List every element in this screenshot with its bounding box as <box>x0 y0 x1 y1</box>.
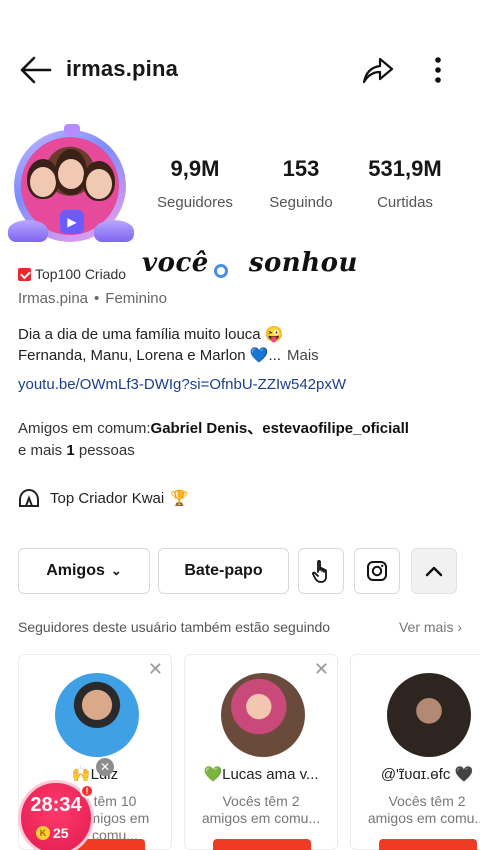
suggestion-mutual-line-2: amigos em comu... <box>367 810 480 826</box>
video-overlay-caption: você sonhou <box>142 248 358 278</box>
top-bar: irmas.pina <box>0 44 480 96</box>
mutual-suffix-a: e mais <box>18 442 67 459</box>
instagram-button[interactable] <box>354 548 400 594</box>
top-creator-text: Top Criador Kwai <box>50 489 165 507</box>
stat-seguindo[interactable]: 153 Seguindo <box>246 156 356 211</box>
mutual-prefix: Amigos em comum: <box>18 420 151 437</box>
suggestion-mutual-line-1: Vocês têm 2 <box>222 793 300 809</box>
suggestion-avatar[interactable] <box>387 673 471 757</box>
suggestion-mutual-line-2: amigos em comu... <box>201 810 321 826</box>
suggestions-title: Seguidores deste usuário também estão se… <box>18 619 331 635</box>
stat-value: 531,9M <box>368 156 442 181</box>
creator-badge[interactable]: Top100 Criado <box>18 262 126 286</box>
timer-coins: K 25 <box>36 824 69 842</box>
bio-line-1: Dia a dia de uma família muito louca 😜 <box>18 326 284 343</box>
suggestions-header: Seguidores deste usuário também estão se… <box>18 619 462 641</box>
suggestion-mutual: Vocês têm 2 amigos em comu... <box>185 793 337 827</box>
badge-text: Top100 Criado <box>35 266 127 282</box>
profile-stats: 9,9M Seguidores 153 Seguindo 531,9M Curt… <box>140 156 470 220</box>
follow-button[interactable] <box>379 839 477 850</box>
profile-link[interactable]: youtu.be/OWmLf3-DWIg?si=OfnbU-ZZIw542pxW <box>18 376 346 393</box>
stat-label: Seguidores <box>157 194 233 211</box>
meta-separator: • <box>94 290 100 307</box>
profile-handle: Irmas.pina <box>18 290 89 307</box>
more-options-icon[interactable] <box>424 52 452 88</box>
verified-ring-icon <box>214 264 228 278</box>
overlay-word-1: você <box>142 248 209 278</box>
amigos-label: Amigos <box>46 562 105 579</box>
stat-curtidas[interactable]: 531,9M Curtidas <box>350 156 460 211</box>
suggestion-mutual: Vocês têm 2 amigos em comu... <box>351 793 480 827</box>
mutual-suffix-b: pessoas <box>74 442 135 459</box>
stat-value: 153 <box>282 156 320 181</box>
stat-label: Curtidas <box>377 194 433 211</box>
instagram-icon <box>367 561 387 581</box>
suggestion-name: 💚Lucas ama v... <box>203 766 319 783</box>
reward-timer-widget[interactable]: 28:34 K 25 ! ✕ <box>18 758 114 850</box>
see-more-link[interactable]: Ver mais › <box>399 619 462 635</box>
chat-button[interactable]: Bate-papo <box>158 548 289 594</box>
dome-icon <box>19 488 39 507</box>
badge-check-icon <box>18 267 31 281</box>
top-creator-row[interactable]: Top Criador Kwai 🏆 <box>18 486 189 510</box>
suggestion-mutual-line-1: Vocês têm 2 <box>388 793 466 809</box>
follow-button[interactable] <box>213 839 311 850</box>
bio-line-2: Fernanda, Manu, Lorena e Marlon 💙... <box>18 347 281 364</box>
overlay-word-2: sonhou <box>248 248 358 278</box>
chevron-up-icon <box>425 566 443 577</box>
stat-label: Seguindo <box>269 194 333 211</box>
stat-seguidores[interactable]: 9,9M Seguidores <box>140 156 250 211</box>
mutual-names: Gabriel Denis、estevaofilipe_oficiall <box>150 420 409 437</box>
collapse-suggestions-button[interactable] <box>411 548 457 594</box>
suggestion-name: @'ɪ̃ᴜɑɪ.ɵfc 🖤 <box>380 766 474 783</box>
bio-more-link[interactable]: Mais <box>287 347 319 364</box>
chevron-down-icon: ⌄ <box>110 563 122 578</box>
chat-label: Bate-papo <box>184 562 263 579</box>
stat-value: 9,9M <box>170 156 220 181</box>
avatar-wing-left <box>8 220 48 242</box>
avatar-wing-right <box>94 220 134 242</box>
timer-alert-badge: ! <box>80 784 94 798</box>
trophy-icon: 🏆 <box>170 490 189 507</box>
hand-tap-icon <box>312 559 327 583</box>
tap-gesture-button[interactable] <box>298 548 344 594</box>
share-icon[interactable] <box>360 52 396 88</box>
back-arrow-icon[interactable] <box>18 54 54 86</box>
dismiss-card-icon[interactable]: ✕ <box>148 659 163 680</box>
amigos-button[interactable]: Amigos ⌄ <box>18 548 150 594</box>
close-timer-icon[interactable]: ✕ <box>96 758 114 776</box>
dismiss-card-icon[interactable]: ✕ <box>314 659 329 680</box>
profile-actions: Amigos ⌄ Bate-papo <box>18 548 468 594</box>
profile-meta: Irmas.pina • Feminino <box>18 290 167 307</box>
avatar-crown-icon <box>64 124 80 136</box>
suggestion-card[interactable]: ✕ 💚Lucas ama v... Vocês têm 2 amigos em … <box>184 654 338 850</box>
profile-gender: Feminino <box>105 290 167 307</box>
avatar-badge-icon: ▶ <box>60 210 84 234</box>
profile-bio: Dia a dia de uma família muito louca 😜 F… <box>18 324 319 366</box>
profile-avatar[interactable]: ▶ <box>8 124 134 248</box>
mutual-count: 1 <box>66 442 75 459</box>
coin-count: 25 <box>53 825 69 841</box>
coin-icon: K <box>36 826 50 840</box>
suggestion-avatar[interactable] <box>55 673 139 757</box>
suggestion-card[interactable]: @'ɪ̃ᴜɑɪ.ɵfc 🖤 Vocês têm 2 amigos em comu… <box>350 654 480 850</box>
timer-countdown: 28:34 <box>30 794 82 816</box>
mutual-friends[interactable]: Amigos em comum:Gabriel Denis、estevaofil… <box>18 418 468 462</box>
profile-username: irmas.pina <box>66 56 179 81</box>
suggestion-avatar[interactable] <box>221 673 305 757</box>
